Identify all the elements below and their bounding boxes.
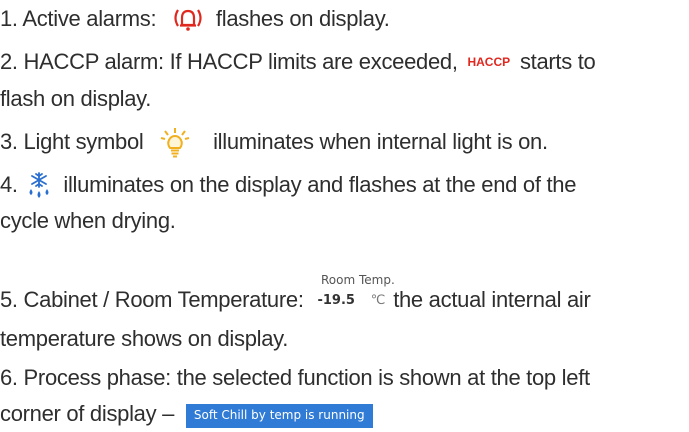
haccp-label: HACCP [467, 55, 511, 69]
light-bulb-icon [159, 127, 191, 159]
item-active-alarms: 1. Active alarms: flashes on display. [0, 4, 390, 34]
room-temp-unit: ℃ [370, 293, 386, 308]
room-temp-value: -19.5 [317, 293, 355, 308]
item-text: flash on display. [0, 86, 152, 111]
item-room-temperature: 5. Cabinet / Room Temperature: -19.5 ℃ t… [0, 285, 591, 315]
item-text-line: cycle when drying. [0, 206, 176, 236]
item-text: corner of display – [0, 401, 175, 426]
item-text-line: flash on display. [0, 84, 151, 114]
process-status-badge: Soft Chill by temp is running [185, 404, 373, 428]
alarm-bell-icon [170, 6, 206, 34]
item-text: 1. Active alarms: [0, 6, 157, 31]
item-defrost-symbol: 4. illuminates on the display and flashe… [0, 170, 576, 200]
item-text: 4. [0, 172, 18, 197]
item-text: cycle when drying. [0, 208, 176, 233]
item-text: illuminates on the display and flashes a… [63, 172, 577, 197]
item-text: 5. Cabinet / Room Temperature: [0, 287, 304, 312]
item-text: illuminates when internal light is on. [213, 129, 548, 154]
item-text: temperature shows on display. [0, 326, 289, 351]
item-text-line: temperature shows on display. [0, 324, 288, 354]
item-text: 3. Light symbol [0, 129, 144, 154]
item-text: 6. Process phase: the selected function … [0, 365, 590, 390]
item-light-symbol: 3. Light symbol illuminates when interna… [0, 127, 548, 159]
item-text: the actual internal air [393, 287, 591, 312]
item-haccp-alarm: 2. HACCP alarm: If HACCP limits are exce… [0, 47, 596, 77]
item-text-line: corner of display – Soft Chill by temp i… [0, 399, 373, 429]
item-text: starts to [519, 49, 596, 74]
snowflake-drip-icon [26, 172, 52, 200]
item-text: 2. HACCP alarm: If HACCP limits are exce… [0, 49, 458, 74]
item-text: flashes on display. [215, 6, 390, 31]
item-process-phase: 6. Process phase: the selected function … [0, 363, 590, 393]
